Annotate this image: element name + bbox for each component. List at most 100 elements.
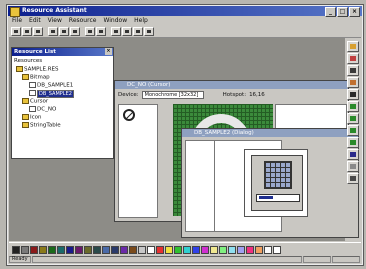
palette-swatch[interactable] [93, 246, 101, 254]
palette-swatch[interactable] [273, 246, 281, 254]
palette-swatch[interactable] [147, 246, 155, 254]
cut-button[interactable] [48, 27, 58, 36]
text-tool-icon [350, 176, 356, 181]
pen-tool-button[interactable] [347, 65, 359, 76]
filled-ellipse-tool-button[interactable] [347, 137, 359, 148]
tree-item[interactable]: DB_SAMPLE1 [14, 81, 111, 90]
palette-swatch[interactable] [255, 246, 263, 254]
brush-tool-icon [350, 80, 356, 85]
eraser-tool-icon [350, 164, 356, 169]
tree-item[interactable]: SAMPLE.RES [14, 65, 111, 74]
menu-edit[interactable]: Edit [29, 17, 41, 25]
line-tool-icon [350, 92, 356, 97]
redo-button[interactable] [96, 27, 106, 36]
menu-file[interactable]: File [12, 17, 22, 25]
tree-item-label: Icon [30, 114, 42, 121]
cut-icon [51, 30, 55, 33]
palette-swatch[interactable] [183, 246, 191, 254]
hotspot-label: Hotspot: [222, 92, 247, 98]
palette-swatch[interactable] [246, 246, 254, 254]
palette-swatch[interactable] [219, 246, 227, 254]
pencil-tool-icon [350, 44, 356, 49]
palette-swatch[interactable] [102, 246, 110, 254]
dialog-preview[interactable] [251, 155, 303, 211]
palette-swatch[interactable] [120, 246, 128, 254]
tree-item[interactable]: Cursor [14, 98, 111, 106]
palette-swatch[interactable] [30, 246, 38, 254]
palette-swatch[interactable] [129, 246, 137, 254]
palette-swatch[interactable] [66, 246, 74, 254]
palette-swatch[interactable] [174, 246, 182, 254]
folder-icon [22, 73, 29, 80]
tree-item[interactable]: Icon [14, 114, 111, 122]
new-resource-button[interactable] [111, 27, 121, 36]
dialog-grid-control[interactable] [264, 161, 292, 189]
palette-swatch[interactable] [192, 246, 200, 254]
copy-icon [62, 30, 66, 33]
no-cursor-icon [123, 109, 135, 121]
tree-item[interactable]: Bitmap [14, 73, 111, 82]
title-bar[interactable]: Resource Assistant _ □ × [8, 6, 362, 17]
tree-root: Resources [14, 58, 43, 64]
maximize-button[interactable]: □ [337, 7, 348, 17]
brush-tool-button[interactable] [347, 77, 359, 88]
palette-swatch[interactable] [21, 246, 29, 254]
dialog-canvas[interactable] [244, 149, 308, 217]
doc-icon [29, 106, 36, 112]
palette-swatch[interactable] [264, 246, 272, 254]
palette-swatch[interactable] [111, 246, 119, 254]
palette-swatch[interactable] [237, 246, 245, 254]
folder-icon [22, 122, 29, 128]
palette-swatch[interactable] [84, 246, 92, 254]
save-button[interactable] [33, 27, 43, 36]
minimize-button[interactable]: _ [325, 7, 336, 17]
cursor-editor-title-bar[interactable]: DC_NO (Cursor) [115, 81, 348, 89]
palette-swatch[interactable] [75, 246, 83, 254]
palette-swatch[interactable] [138, 246, 146, 254]
palette-swatch[interactable] [39, 246, 47, 254]
copy-button[interactable] [59, 27, 69, 36]
tree-item-selected[interactable]: DB_SAMPLE2 [14, 89, 111, 99]
paste-button[interactable] [70, 27, 80, 36]
ellipse-tool-button[interactable] [347, 125, 359, 136]
open-folder-icon [25, 30, 29, 33]
tree-item-label: DC_NO [37, 106, 57, 113]
select-tool-button[interactable] [347, 149, 359, 160]
tree-item[interactable]: DC_NO [14, 106, 111, 114]
palette-swatch[interactable] [210, 246, 218, 254]
help-button[interactable] [144, 27, 154, 36]
resource-list-title-bar[interactable]: Resource List × [12, 48, 113, 56]
dialog-editor-title-bar[interactable]: DB_SAMPLE2 (Dialog) [182, 129, 358, 137]
menu-help[interactable]: Help [134, 17, 148, 25]
resource-list-close-button[interactable]: × [105, 48, 112, 55]
line-tool-button[interactable] [347, 89, 359, 100]
palette-swatch[interactable] [12, 246, 20, 254]
open-button[interactable] [22, 27, 32, 36]
palette-swatch[interactable] [57, 246, 65, 254]
palette-swatch[interactable] [201, 246, 209, 254]
eraser-tool-button[interactable] [347, 161, 359, 172]
palette-swatch[interactable] [156, 246, 164, 254]
test-button[interactable] [133, 27, 143, 36]
close-button[interactable]: × [349, 7, 360, 17]
text-tool-button[interactable] [347, 173, 359, 184]
menu-resource[interactable]: Resource [69, 17, 97, 25]
menu-view[interactable]: View [48, 17, 62, 25]
dialog-slider-control[interactable] [256, 194, 300, 202]
rect-tool-button[interactable] [347, 101, 359, 112]
menu-window[interactable]: Window [103, 17, 127, 25]
palette-swatch[interactable] [48, 246, 56, 254]
device-select[interactable]: Monochrome [32x32] [141, 91, 204, 99]
new-file-icon [14, 30, 18, 33]
app-icon [10, 7, 20, 17]
palette-swatch[interactable] [165, 246, 173, 254]
new-button[interactable] [11, 27, 21, 36]
palette-swatch[interactable] [228, 246, 236, 254]
menu-bar: File Edit View Resource Window Help [9, 17, 361, 25]
filled-rect-tool-button[interactable] [347, 113, 359, 124]
undo-button[interactable] [85, 27, 95, 36]
tree-item[interactable]: StringTable [14, 122, 111, 130]
fill-tool-button[interactable] [347, 53, 359, 64]
properties-button[interactable] [122, 27, 132, 36]
pencil-tool-button[interactable] [347, 41, 359, 52]
